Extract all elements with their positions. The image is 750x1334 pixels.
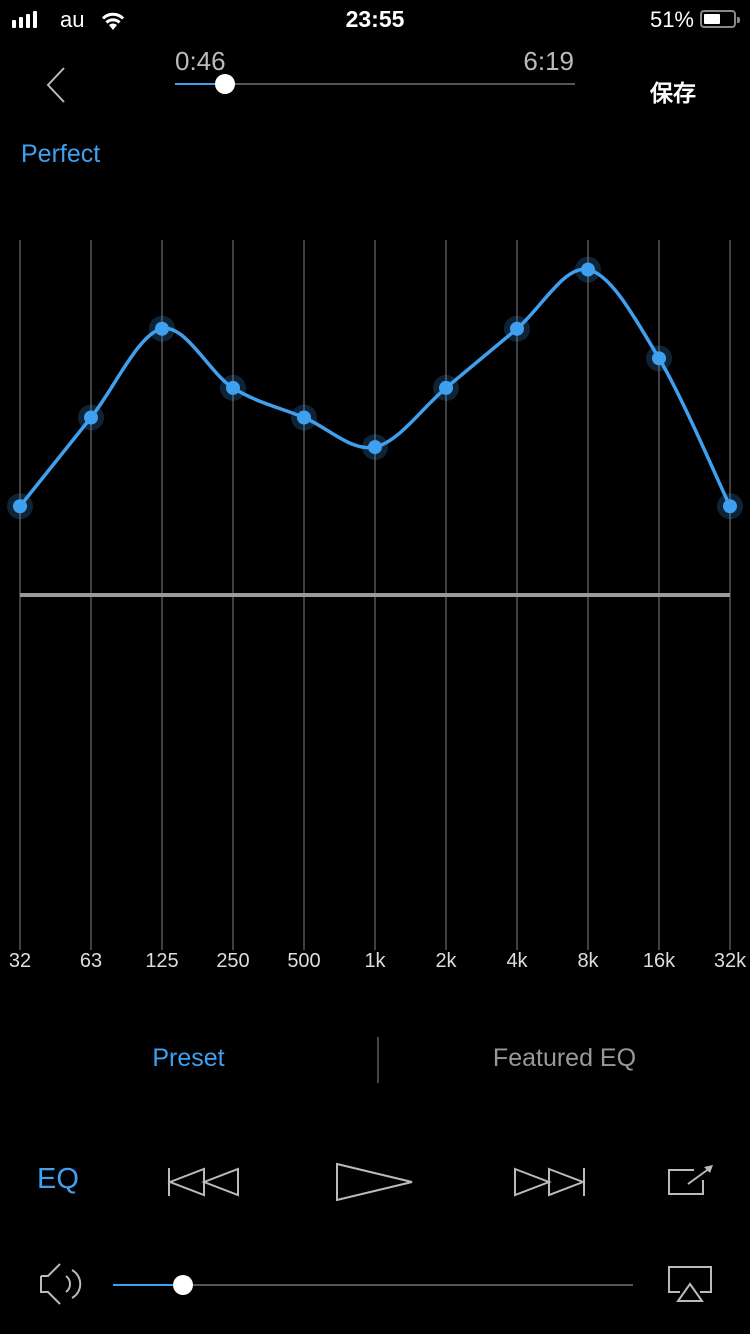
volume-knob[interactable]	[173, 1275, 194, 1295]
freq-label: 1k	[364, 950, 386, 972]
eq-point-16k[interactable]	[652, 351, 666, 366]
next-icon[interactable]	[512, 1165, 588, 1199]
previous-icon[interactable]	[166, 1165, 242, 1199]
freq-label: 4k	[506, 950, 528, 972]
tab-featured-eq-label: Featured EQ	[492, 1044, 637, 1072]
tab-preset[interactable]: Preset	[0, 1044, 377, 1073]
freq-label: 32	[8, 950, 32, 972]
eq-point-32k[interactable]	[723, 499, 737, 514]
eq-point-4k[interactable]	[510, 321, 524, 336]
eq-point-2k[interactable]	[439, 380, 453, 395]
freq-label: 250	[216, 950, 250, 972]
play-icon[interactable]	[334, 1161, 416, 1203]
eq-point-63[interactable]	[84, 410, 98, 425]
tab-featured-eq[interactable]: Featured EQ	[379, 1044, 750, 1073]
eq-point-250[interactable]	[226, 380, 240, 395]
freq-label: 500	[287, 950, 321, 972]
eq-chart[interactable]	[0, 0, 750, 1000]
volume-slider[interactable]	[113, 1275, 633, 1295]
eq-button[interactable]: EQ	[37, 1163, 79, 1196]
freq-label: 63	[79, 950, 103, 972]
freq-label: 16k	[642, 950, 676, 972]
eq-point-500[interactable]	[297, 410, 311, 425]
tab-preset-label: Preset	[152, 1044, 225, 1072]
airplay-icon[interactable]	[666, 1264, 714, 1304]
eq-point-1k[interactable]	[368, 440, 382, 455]
eq-point-125[interactable]	[155, 321, 169, 336]
freq-label: 2k	[435, 950, 457, 972]
freq-label: 8k	[577, 950, 599, 972]
eq-point-32[interactable]	[13, 499, 27, 514]
share-icon[interactable]	[666, 1164, 716, 1198]
eq-point-8k[interactable]	[581, 262, 595, 277]
freq-label: 125	[145, 950, 179, 972]
speaker-icon[interactable]	[38, 1262, 84, 1306]
freq-label: 32k	[713, 950, 747, 972]
